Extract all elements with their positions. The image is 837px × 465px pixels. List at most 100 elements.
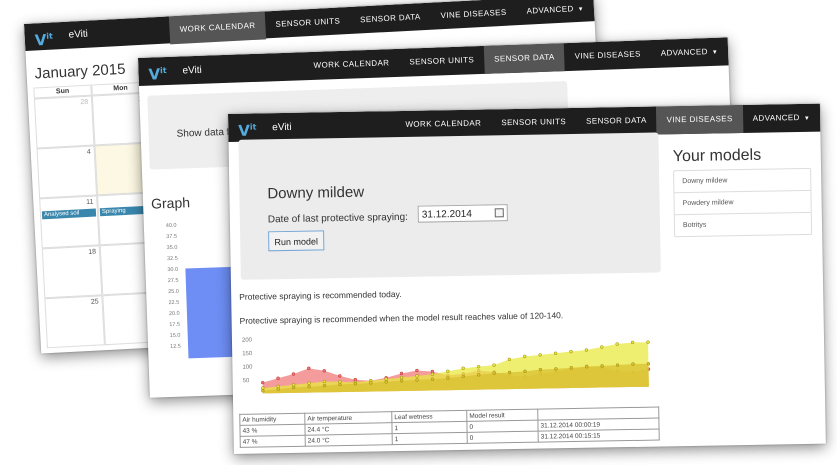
calendar-week: 4	[36, 142, 155, 199]
y-tick-label: 40.0	[165, 222, 177, 230]
series-point	[276, 384, 280, 389]
calendar-week: 28 29	[33, 92, 153, 149]
calendar-week: 11Analysed soil 1Spraying	[39, 192, 158, 249]
series-point	[353, 378, 357, 382]
calendar-day[interactable]: 11 Analysed soil	[39, 195, 100, 249]
y-tick-label: 20.0	[168, 310, 180, 318]
day-number: 25	[90, 298, 99, 306]
nav-sensor-data[interactable]: SENSOR DATA	[576, 107, 657, 136]
day-number: 28	[80, 98, 89, 107]
series-point	[338, 380, 342, 384]
y-tick-label: 27.5	[167, 277, 179, 285]
calendar-day[interactable]: 28	[33, 95, 95, 149]
model-panel: Downy mildew Date of last protective spr…	[238, 132, 661, 280]
table-cell: 24.0 °C	[305, 433, 393, 447]
nav-advanced[interactable]: ADVANCED ▼	[516, 0, 595, 26]
nav-sensor-units[interactable]: SENSOR UNITS	[491, 108, 576, 137]
brand-name[interactable]: eViti	[272, 121, 291, 132]
calendar-icon[interactable]	[494, 208, 504, 218]
table-cell: 1	[392, 432, 468, 445]
logo-sup: it	[249, 122, 257, 132]
series-point	[384, 380, 388, 384]
logo-sup: it	[46, 31, 54, 41]
model-item-botritys[interactable]: Botritys	[675, 213, 811, 236]
logo[interactable]: Vit	[34, 28, 54, 49]
series-point	[399, 375, 404, 380]
nav-work-calendar[interactable]: WORK CALENDAR	[395, 109, 491, 139]
nav-advanced-label: ADVANCED	[752, 113, 800, 123]
y-tick-label: 150	[242, 351, 253, 357]
series-point	[322, 383, 327, 388]
series-point	[538, 368, 543, 372]
calendar-day[interactable]: 4	[36, 145, 98, 199]
series-point	[399, 371, 404, 376]
nav-work-calendar[interactable]: WORK CALENDAR	[169, 11, 267, 45]
nav-work-calendar[interactable]: WORK CALENDAR	[303, 49, 400, 80]
series-point	[322, 379, 327, 384]
series-point	[399, 379, 404, 383]
series-point	[507, 370, 512, 375]
day-number: 18	[88, 248, 97, 256]
nav-sensor-units[interactable]: SENSOR UNITS	[399, 46, 485, 77]
y-tick-label: 200	[242, 338, 253, 344]
logo[interactable]: Vit	[238, 120, 257, 140]
y-tick-label: 12.5	[170, 343, 181, 351]
nav-sensor-data[interactable]: SENSOR DATA	[349, 3, 431, 35]
nav-sensor-units[interactable]: SENSOR UNITS	[265, 7, 351, 39]
series-point	[446, 376, 450, 380]
calendar-event[interactable]: Analysed soil	[41, 208, 97, 220]
model-title: Downy mildew	[267, 183, 365, 203]
series-point	[415, 374, 419, 378]
nav-vine-diseases[interactable]: VINE DISEASES	[430, 0, 517, 31]
series-point	[415, 368, 419, 373]
table-cell: 31.12.2014 00:15:15	[538, 429, 660, 443]
nav-advanced-label: ADVANCED	[660, 47, 708, 58]
chevron-down-icon: ▼	[803, 115, 811, 122]
nav-menu: WORK CALENDAR SENSOR UNITS SENSOR DATA V…	[169, 0, 595, 45]
recommendation-message: Protective spraying is recommended today…	[239, 288, 402, 302]
nav-vine-diseases[interactable]: VINE DISEASES	[564, 40, 651, 71]
spraying-date-input[interactable]: 31.12.2014	[417, 204, 508, 223]
calendar-week: 25 2	[44, 292, 163, 349]
calendar-day[interactable]: 25	[44, 295, 105, 349]
series-point	[600, 364, 604, 368]
nav-advanced[interactable]: ADVANCED ▼	[743, 104, 821, 133]
calendar-week: 18 1	[41, 242, 161, 299]
date-value: 31.12.2014	[421, 208, 472, 221]
run-model-button[interactable]: Run model	[268, 230, 325, 252]
nav-advanced[interactable]: ADVANCED ▼	[650, 37, 728, 68]
series-point	[369, 381, 373, 385]
day-number: 4	[86, 148, 91, 156]
series-point	[569, 366, 573, 370]
series-point	[615, 363, 620, 367]
day-number: 11	[85, 198, 94, 206]
series-point	[523, 369, 527, 373]
logo[interactable]: Vit	[148, 63, 167, 83]
threshold-message: Protective spraying is recommended when …	[239, 310, 564, 326]
series-point	[430, 377, 435, 381]
model-item-downy-mildew[interactable]: Downy mildew	[674, 168, 811, 194]
series-point	[584, 348, 589, 352]
series-point	[554, 367, 558, 371]
series-point	[476, 365, 481, 369]
series-point	[600, 345, 604, 349]
model-item-powdery-mildew[interactable]: Powdery mildew	[674, 190, 811, 216]
nav-vine-diseases[interactable]: VINE DISEASES	[656, 105, 744, 135]
series-point	[415, 378, 419, 382]
y-tick-label: 50	[243, 378, 250, 384]
calendar-day[interactable]: 18	[41, 245, 103, 299]
y-tick-label: 25.0	[168, 288, 180, 296]
series-point	[569, 349, 573, 354]
nav-sensor-data[interactable]: SENSOR DATA	[483, 43, 566, 74]
brand-name[interactable]: eViti	[182, 64, 202, 76]
brand-name[interactable]: eViti	[68, 29, 88, 41]
series-point	[353, 382, 358, 386]
models-list: Downy mildew Powdery mildew Botritys	[673, 167, 813, 238]
series-point	[477, 373, 481, 377]
show-data-label: Show data fr	[176, 126, 233, 140]
series-point	[292, 385, 296, 390]
nav-advanced-label: ADVANCED	[526, 4, 574, 16]
series-point	[523, 354, 527, 359]
calendar-title: January 2015	[34, 60, 126, 83]
y-tick-label: 22.5	[168, 299, 180, 307]
